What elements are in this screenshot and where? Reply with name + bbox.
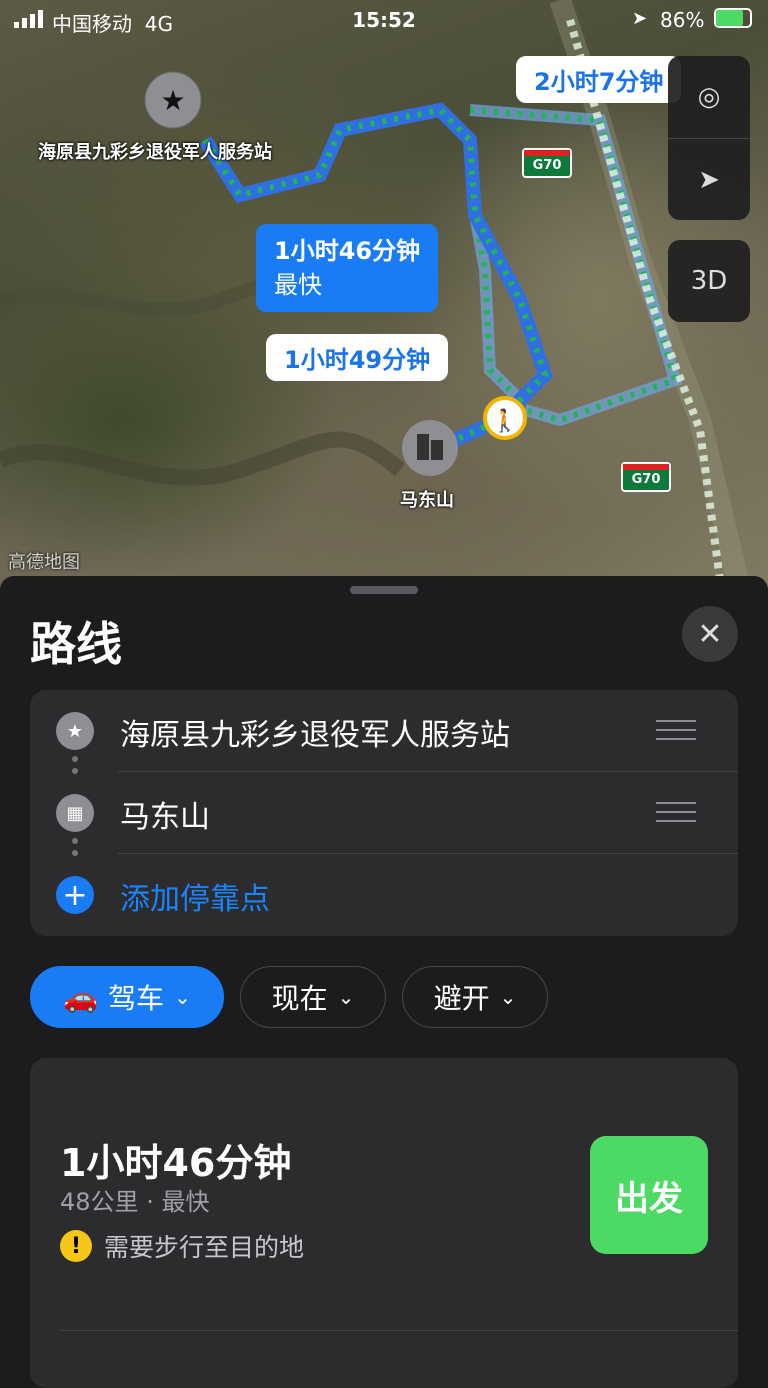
avoid-label: 避开: [433, 982, 490, 1015]
waypoint-origin[interactable]: ★ 海原县九彩乡退役军人服务站: [30, 690, 738, 772]
departure-time-label: 现在: [271, 982, 328, 1015]
transport-mode-label: 驾车: [108, 982, 165, 1015]
route-bubble-long[interactable]: 2小时7分钟: [516, 56, 682, 103]
route-distance: 48公里: [60, 1188, 139, 1216]
reorder-handle-icon[interactable]: [656, 802, 696, 824]
waypoint-destination-label: 马东山: [120, 800, 210, 835]
close-icon: ✕: [697, 616, 723, 652]
meta-separator: ·: [146, 1188, 154, 1216]
chevron-down-icon: ⌄: [174, 985, 191, 1009]
star-icon: ★: [56, 712, 94, 750]
close-button[interactable]: ✕: [682, 606, 738, 662]
highway-shield: G70: [522, 148, 572, 178]
go-button[interactable]: 出发: [590, 1136, 708, 1254]
locate-button[interactable]: ➤: [668, 139, 750, 221]
sheet-grabber[interactable]: [350, 586, 418, 594]
reorder-handle-icon[interactable]: [656, 720, 696, 742]
route-duration: 1小时46分钟: [60, 1141, 292, 1185]
warning-icon: !: [60, 1230, 92, 1262]
destination-pin-icon: [402, 420, 458, 476]
departure-time-dropdown[interactable]: 现在 ⌄: [240, 966, 386, 1028]
avoid-dropdown[interactable]: 避开 ⌄: [402, 966, 548, 1028]
battery-percent: 86%: [660, 8, 705, 32]
divider: [60, 1330, 738, 1331]
page-title: 路线: [30, 617, 122, 671]
route-bubble-fastest-tag: 最快: [274, 271, 322, 299]
battery-icon: [714, 8, 752, 28]
route-bubble-fastest[interactable]: 1小时46分钟 最快: [256, 224, 439, 312]
svg-text:★: ★: [160, 84, 185, 117]
three-d-button[interactable]: 3D: [668, 240, 750, 322]
route-card[interactable]: 1小时46分钟 48公里 · 最快 ! 需要步行至目的地 出发: [30, 1058, 738, 1388]
globe-icon: ◎: [697, 82, 721, 112]
route-bubble-alt[interactable]: 1小时49分钟: [266, 334, 449, 381]
location-arrow-icon: ➤: [632, 8, 648, 29]
waypoint-list: ★ 海原县九彩乡退役军人服务站 ▦ 马东山 + 添加停靠点: [30, 690, 738, 936]
highway-shield: G70: [621, 462, 671, 492]
clock: 15:52: [352, 8, 416, 32]
route-meta: 48公里 · 最快: [60, 1182, 209, 1217]
building-icon: ▦: [56, 794, 94, 832]
car-icon: 🚗: [63, 980, 99, 1014]
route-bubble-fastest-duration: 1小时46分钟: [274, 237, 421, 265]
map-controls: ◎ ➤: [668, 56, 750, 220]
waypoint-destination[interactable]: ▦ 马东山: [30, 772, 738, 854]
plus-icon: +: [56, 876, 94, 914]
transport-mode-dropdown[interactable]: 🚗 驾车 ⌄: [30, 966, 224, 1028]
location-arrow-icon: ➤: [698, 165, 720, 195]
status-bar: 中国移动 4G 15:52 ➤ 86%: [0, 0, 768, 40]
add-stop-button[interactable]: + 添加停靠点: [30, 854, 738, 936]
map-watermark: 高德地图: [8, 552, 80, 573]
globe-button[interactable]: ◎: [668, 56, 750, 138]
chevron-down-icon: ⌄: [337, 985, 355, 1009]
destination-map-label: 马东山: [400, 490, 454, 511]
chevron-down-icon: ⌄: [499, 985, 517, 1009]
route-warning: ! 需要步行至目的地: [60, 1228, 304, 1264]
directions-sheet: 路线 ✕ ★ 海原县九彩乡退役军人服务站 ▦ 马东山 + 添加停靠点 🚗 驾车 …: [0, 576, 768, 1388]
add-stop-label: 添加停靠点: [120, 882, 270, 917]
route-warning-text: 需要步行至目的地: [104, 1233, 305, 1262]
origin-map-label: 海原县九彩乡退役军人服务站: [38, 142, 272, 163]
route-tag: 最快: [161, 1188, 210, 1216]
three-d-label: 3D: [690, 266, 728, 296]
waypoint-origin-label: 海原县九彩乡退役军人服务站: [120, 718, 510, 753]
svg-text:🚶: 🚶: [491, 408, 518, 434]
map-view[interactable]: ★ 🚶 中国移动 4G 15:52 ➤ 86% 2小时7分钟 1小时46分钟 最…: [0, 0, 768, 590]
